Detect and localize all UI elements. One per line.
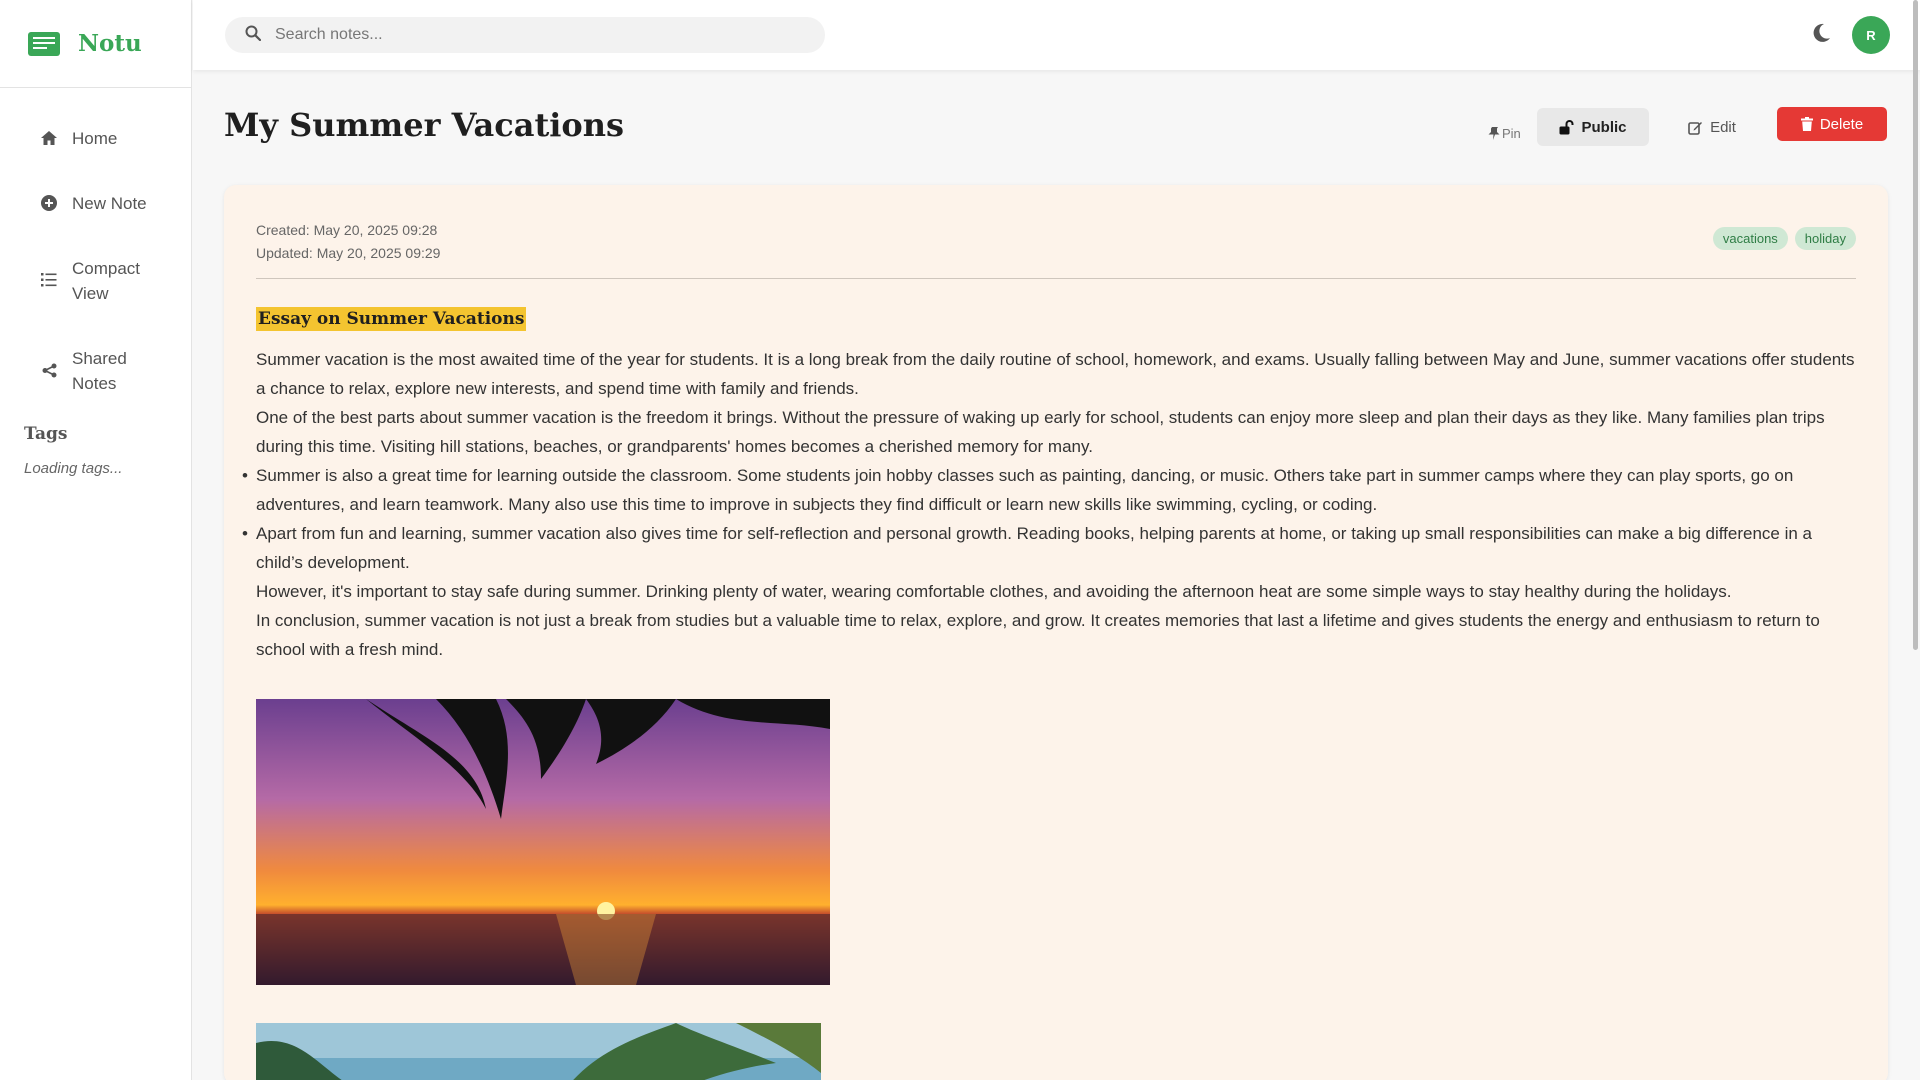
paragraph: One of the best parts about summer vacat… [256, 408, 1825, 456]
note-tags: vacations holiday [1712, 227, 1856, 250]
tag-badge[interactable]: holiday [1794, 227, 1856, 250]
sidebar-item-shared-notes[interactable]: Shared Notes [0, 334, 191, 408]
unlock-icon [1559, 119, 1574, 134]
search-input[interactable] [275, 26, 795, 44]
tags-loading-text: Loading tags... [24, 460, 123, 477]
note-card: Created: May 20, 2025 09:28 Updated: May… [224, 185, 1888, 1080]
paragraph: In conclusion, summer vacation is not ju… [256, 611, 1820, 659]
pin-button[interactable]: Pin [1488, 114, 1521, 152]
edit-label: Edit [1710, 118, 1736, 136]
public-label: Public [1581, 118, 1627, 136]
tags-title: Tags [24, 424, 68, 444]
note-content: Essay on Summer Vacations Summer vacatio… [242, 307, 1856, 664]
tag-badge[interactable]: vacations [1712, 227, 1788, 250]
trash-icon [1800, 117, 1813, 131]
created-timestamp: Created: May 20, 2025 09:28 [256, 222, 438, 238]
page-title: My Summer Vacations [224, 106, 625, 144]
sidebar-item-new-note[interactable]: New Note [0, 179, 191, 228]
beach-image [256, 1023, 821, 1080]
home-icon [38, 127, 60, 149]
sidebar-item-label: Shared Notes [72, 349, 127, 393]
sidebar-nav: Home New Note Compact View Shared Notes [0, 88, 191, 408]
sidebar-item-label: New Note [72, 194, 147, 213]
brand-name: Notu [78, 30, 142, 57]
notes-logo-icon [28, 31, 60, 56]
avatar[interactable]: R [1852, 16, 1890, 54]
delete-label: Delete [1819, 115, 1864, 133]
scrollbar[interactable] [1913, 0, 1918, 650]
plus-circle-icon [38, 192, 60, 214]
sidebar-item-label: Compact View [72, 259, 141, 303]
note-meta: Created: May 20, 2025 09:28 Updated: May… [256, 219, 440, 265]
brand[interactable]: Notu [0, 0, 191, 88]
topbar: R [193, 0, 1920, 70]
sidebar: Notu Home New Note Compact View Shared N… [0, 0, 192, 1080]
divider [256, 278, 1856, 279]
sidebar-item-compact-view[interactable]: Compact View [0, 244, 191, 318]
search-box[interactable] [225, 17, 825, 53]
sunset-image [256, 699, 830, 985]
edit-icon [1688, 121, 1703, 135]
sidebar-item-label: Home [72, 129, 118, 148]
delete-button[interactable]: Delete [1777, 107, 1887, 141]
public-toggle-button[interactable]: Public [1537, 108, 1649, 146]
note-heading: Essay on Summer Vacations [256, 307, 527, 331]
updated-timestamp: Updated: May 20, 2025 09:29 [256, 245, 441, 261]
paragraph: However, it's important to stay safe dur… [256, 582, 1732, 601]
pin-icon [1488, 126, 1500, 140]
paragraph: Summer vacation is the most awaited time… [256, 350, 1855, 398]
list-icon [38, 269, 60, 291]
bullet-item: Summer is also a great time for learning… [242, 461, 1856, 519]
sidebar-item-home[interactable]: Home [0, 114, 191, 163]
bullet-item: Apart from fun and learning, summer vaca… [242, 519, 1856, 577]
pin-label: Pin [1502, 125, 1521, 141]
edit-button[interactable]: Edit [1670, 108, 1754, 146]
dark-mode-toggle-icon[interactable] [1810, 22, 1836, 48]
share-icon [38, 359, 60, 381]
search-icon [245, 25, 262, 46]
